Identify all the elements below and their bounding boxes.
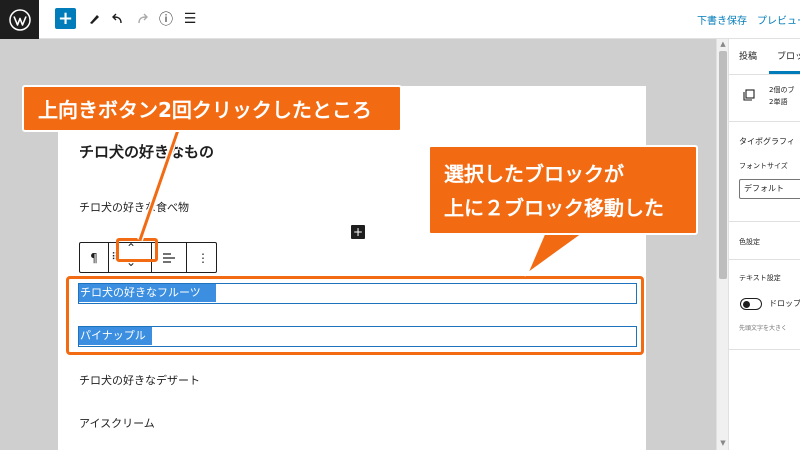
edit-tools-icon[interactable]	[83, 8, 105, 30]
highlight-frame-move-buttons	[116, 238, 158, 262]
toggle-knob	[743, 300, 750, 308]
drop-cap-label: ドロップ	[769, 299, 800, 308]
divider	[729, 74, 800, 75]
settings-sidebar: 投稿 ブロック 2個のブ 2単語 タイポグラフィ フォントサイズ デフォルト 色…	[728, 39, 800, 450]
editor-scrollbar[interactable]: ▲ ▼	[716, 39, 728, 450]
callout-top: 上向きボタン2回クリックしたところ	[22, 85, 402, 132]
font-size-label: フォントサイズ	[739, 162, 788, 170]
block-info-title: 2個のブ	[769, 86, 795, 94]
undo-icon[interactable]	[107, 8, 129, 30]
paragraph-block[interactable]: アイスクリーム	[79, 415, 155, 431]
save-draft-button[interactable]: 下書き保存	[697, 12, 747, 27]
tab-post[interactable]: 投稿	[739, 49, 757, 62]
preview-button[interactable]: プレビュー	[757, 12, 800, 27]
info-icon[interactable]: ⓘ	[155, 8, 177, 30]
toolbar-divider	[186, 243, 187, 272]
paragraph-block[interactable]: チロ犬の好きな食べ物	[79, 199, 189, 215]
divider	[729, 349, 800, 350]
redo-icon[interactable]	[131, 8, 153, 30]
paragraph-icon[interactable]: ¶	[80, 243, 108, 272]
color-settings-heading[interactable]: 色設定	[739, 237, 760, 247]
highlight-frame-selection	[66, 276, 644, 355]
typography-heading[interactable]: タイポグラフィ	[739, 136, 795, 147]
divider	[729, 259, 800, 260]
drop-cap-help: 先頭文字を大きく	[739, 325, 788, 332]
post-title[interactable]: チロ犬の好きなもの	[79, 141, 214, 162]
tab-block[interactable]: ブロック	[777, 49, 800, 62]
align-icon[interactable]	[156, 243, 182, 272]
editor-top-toolbar: + ⓘ ☰ 下書き保存 プレビュー	[0, 0, 800, 39]
scrollbar-thumb[interactable]	[719, 51, 727, 279]
callout-right-line2: 上に２ブロック移動した	[444, 196, 664, 220]
scroll-up-icon[interactable]: ▲	[718, 40, 728, 48]
paragraph-block[interactable]: チロ犬の好きなデザート	[79, 372, 200, 388]
add-block-button[interactable]: +	[55, 8, 76, 29]
divider	[729, 221, 800, 222]
list-view-icon[interactable]: ☰	[179, 8, 201, 30]
scroll-down-icon[interactable]: ▼	[718, 439, 728, 447]
block-inserter-button[interactable]: +	[351, 225, 365, 239]
callout-right: 選択したブロックが 上に２ブロック移動した	[428, 145, 698, 235]
text-settings-heading[interactable]: テキスト設定	[739, 273, 781, 283]
block-info-words: 2単語	[769, 98, 788, 106]
font-size-select[interactable]: デフォルト	[739, 179, 800, 199]
more-options-icon[interactable]: ⋮	[190, 243, 216, 272]
drop-cap-toggle[interactable]	[740, 298, 762, 310]
multiple-blocks-icon	[743, 86, 755, 101]
divider	[729, 121, 800, 122]
wordpress-logo-icon[interactable]	[0, 0, 39, 39]
callout-right-line1: 選択したブロックが	[444, 162, 624, 186]
